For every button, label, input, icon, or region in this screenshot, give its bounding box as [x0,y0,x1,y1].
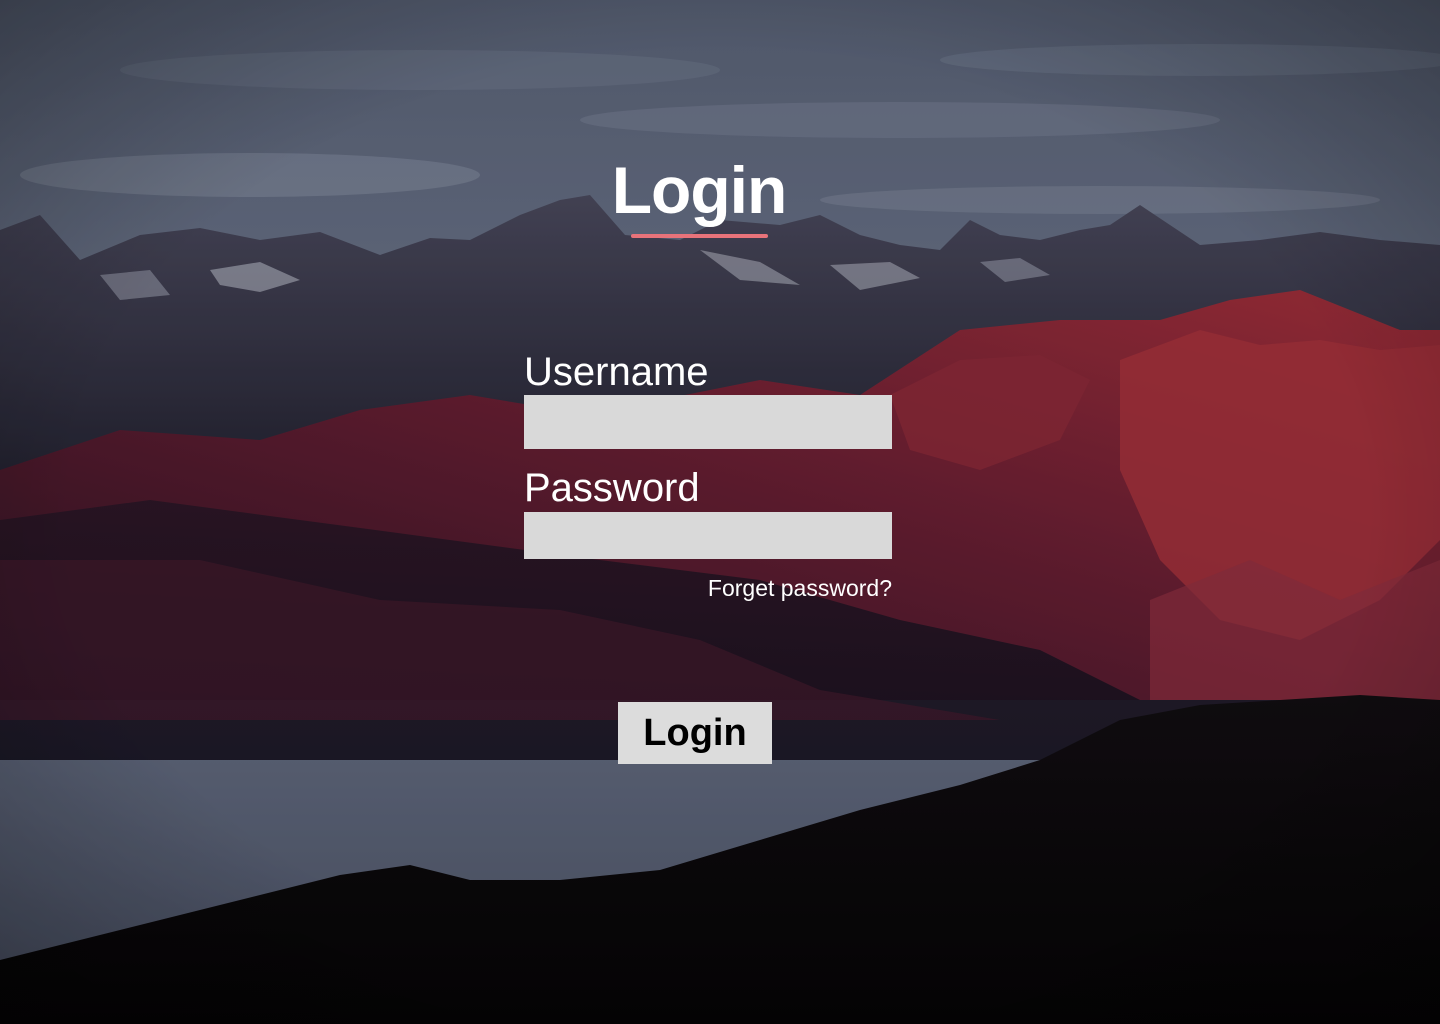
username-input[interactable] [524,395,892,449]
login-button[interactable]: Login [618,702,772,764]
login-page: Login Username Password Forget password?… [0,0,1440,1024]
page-title: Login [611,153,788,227]
title-underline [631,234,768,238]
password-input[interactable] [524,512,892,559]
password-label: Password [524,466,700,510]
forgot-password-link[interactable]: Forget password? [600,574,892,602]
username-label: Username [524,350,709,394]
